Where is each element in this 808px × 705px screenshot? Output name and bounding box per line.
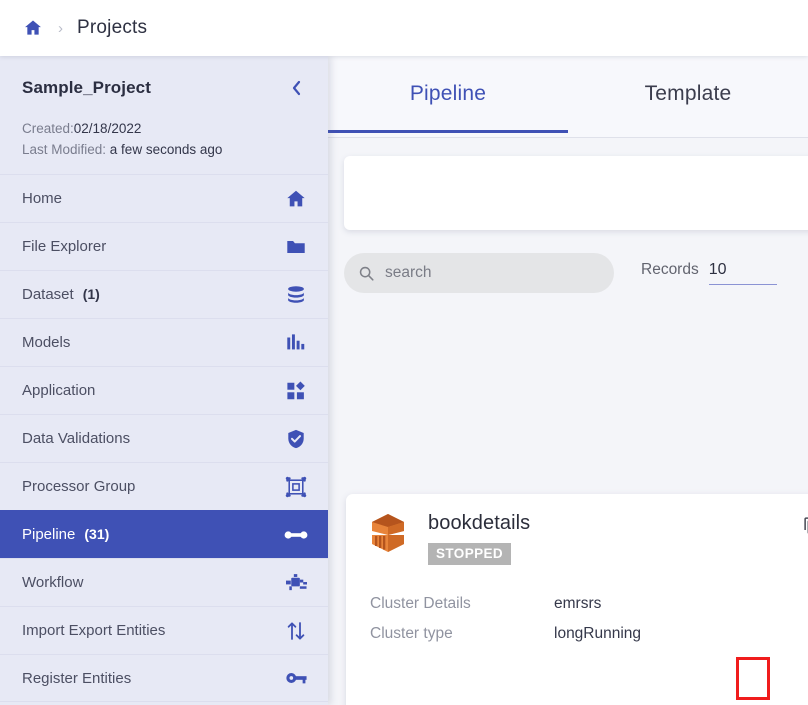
- sidebar-item-import-export-entities[interactable]: Import Export Entities: [0, 606, 328, 654]
- sidebar-item-file-explorer[interactable]: File Explorer: [0, 222, 328, 270]
- search-icon: [358, 265, 375, 282]
- detail-row: Cluster type longRunning: [370, 619, 808, 649]
- database-icon: [284, 283, 308, 307]
- key-icon: [284, 666, 308, 690]
- folder-icon: [284, 235, 308, 259]
- sidebar-item-count: (1): [82, 286, 100, 302]
- sidebar-item-label: Dataset (1): [22, 286, 284, 303]
- pipeline-detail-list: Cluster Details emrsrs Cluster type longRun…: [346, 589, 808, 649]
- engine-icon: [284, 571, 308, 595]
- sidebar-item-text: Application: [22, 382, 96, 399]
- sidebar-header: Sample_Project Created:02/18/2022 Last M…: [0, 56, 328, 160]
- apps-grid-icon: [284, 379, 308, 403]
- sidebar-item-text: Data Validations: [22, 430, 131, 447]
- home-icon: [284, 187, 308, 211]
- sidebar-item-count: (31): [84, 526, 110, 542]
- bar-chart-icon: [284, 331, 308, 355]
- sidebar-item-label: Import Export Entities: [22, 622, 284, 639]
- sidebar-item-text: Home: [22, 190, 63, 207]
- detail-key: Cluster Details: [370, 595, 471, 612]
- summary-card: [344, 156, 808, 230]
- sidebar-item-label: Register Entities: [22, 670, 284, 687]
- sidebar-item-register-entities[interactable]: Register Entities: [0, 654, 328, 702]
- sidebar-item-data-validations[interactable]: Data Validations: [0, 414, 328, 462]
- sidebar-item-text: Models: [22, 334, 71, 351]
- pipeline-icon: [284, 523, 308, 547]
- sidebar-item-dataset[interactable]: Dataset (1): [0, 270, 328, 318]
- sidebar-item-processor-group[interactable]: Processor Group: [0, 462, 328, 510]
- sidebar-item-pipeline[interactable]: Pipeline (31): [0, 510, 328, 558]
- sidebar-item-label: Workflow: [22, 574, 284, 591]
- detail-key: Cluster type: [370, 625, 453, 642]
- records-label: Records: [641, 261, 699, 278]
- pipeline-name: bookdetails: [428, 512, 531, 534]
- detail-value: emrsrs: [554, 595, 602, 612]
- copy-icon[interactable]: [801, 514, 808, 536]
- sidebar-item-text: Pipeline: [22, 526, 76, 543]
- search-box[interactable]: [344, 253, 614, 293]
- processor-group-icon: [284, 475, 308, 499]
- records-input[interactable]: 10: [708, 261, 777, 285]
- tab-bar: Pipeline Template: [328, 56, 808, 138]
- tab-template[interactable]: Template: [568, 56, 808, 132]
- sidebar-item-text: Processor Group: [22, 478, 136, 495]
- sidebar-item-label: Processor Group: [22, 478, 284, 495]
- pipeline-card-header: bookdetails STOPPED: [346, 494, 808, 565]
- created-label: Created:: [22, 121, 74, 136]
- sidebar-item-label: Data Validations: [22, 430, 284, 447]
- sidebar-item-text: Import Export Entities: [22, 622, 166, 639]
- sidebar-item-application[interactable]: Application: [0, 366, 328, 414]
- panel-body: Records 10: [328, 138, 808, 705]
- sidebar-item-label: Home: [22, 190, 284, 207]
- sidebar-item-home[interactable]: Home: [0, 174, 328, 222]
- created-value: 02/18/2022: [73, 121, 142, 136]
- chevron-left-icon[interactable]: [284, 76, 308, 100]
- home-icon[interactable]: [22, 17, 44, 39]
- pipeline-card-title-wrap: bookdetails STOPPED: [428, 512, 530, 565]
- sidebar-item-text: File Explorer: [22, 238, 107, 255]
- project-meta: Created:02/18/2022 Last Modified: a few …: [22, 118, 310, 160]
- app-root: › Projects Sample_Project Created:02/18/…: [0, 0, 808, 705]
- main-panel: PipelineTemplate Records 10: [328, 56, 808, 705]
- project-created: Created:02/18/2022: [22, 118, 310, 139]
- search-input[interactable]: [385, 264, 585, 282]
- shield-check-icon: [284, 427, 308, 451]
- project-name: Sample_Project: [22, 78, 151, 97]
- sidebar-item-text: Dataset: [22, 286, 74, 303]
- aws-emr-icon: [368, 512, 408, 554]
- sidebar-item-models[interactable]: Models: [0, 318, 328, 366]
- modified-value: a few seconds ago: [109, 142, 223, 157]
- records-control: Records 10: [641, 261, 777, 285]
- sidebar-item-text: Register Entities: [22, 669, 132, 687]
- pipeline-card[interactable]: bookdetails STOPPED Cluster Details emrsr…: [346, 494, 808, 705]
- sidebar-nav: Home File Explorer Dataset (1) Models Applica…: [0, 174, 328, 702]
- filter-row: Records 10: [344, 250, 808, 296]
- detail-row: Cluster Details emrsrs: [370, 589, 808, 619]
- sidebar: Sample_Project Created:02/18/2022 Last M…: [0, 56, 328, 705]
- sidebar-item-label: Pipeline (31): [22, 526, 284, 543]
- page-title: Projects: [77, 17, 148, 38]
- sidebar-item-workflow[interactable]: Workflow: [0, 558, 328, 606]
- sidebar-item-text: Workflow: [22, 574, 84, 591]
- sidebar-item-label: Models: [22, 334, 284, 351]
- tab-pipeline[interactable]: Pipeline: [328, 56, 568, 132]
- modified-label: Last Modified:: [22, 142, 110, 157]
- breadcrumb-separator: ›: [58, 19, 63, 37]
- up-down-arrows-icon: [284, 619, 308, 643]
- project-modified: Last Modified: a few seconds ago: [22, 139, 310, 160]
- detail-value: longRunning: [554, 625, 642, 642]
- sidebar-item-label: File Explorer: [22, 238, 284, 255]
- status-badge: STOPPED: [428, 543, 512, 565]
- breadcrumb: › Projects: [0, 0, 808, 56]
- sidebar-item-label: Application: [22, 382, 284, 399]
